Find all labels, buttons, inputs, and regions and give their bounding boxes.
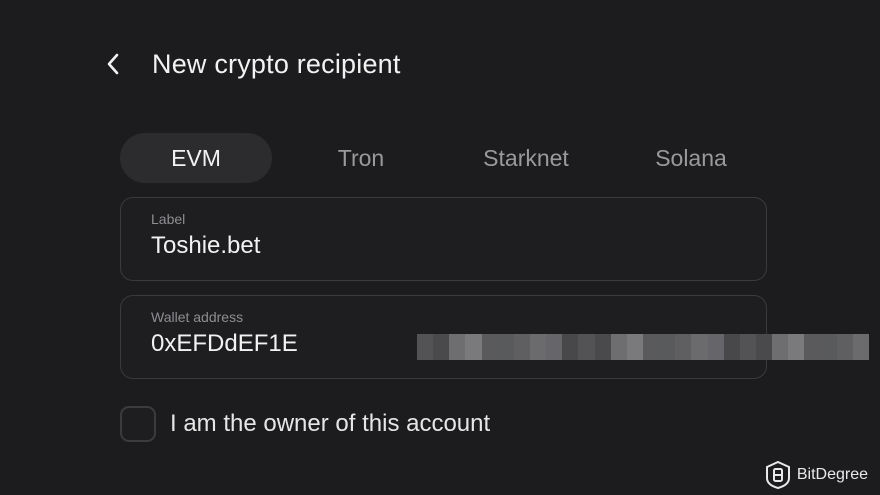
tab-starknet[interactable]: Starknet <box>450 133 602 183</box>
tab-tron[interactable]: Tron <box>285 133 437 183</box>
header: New crypto recipient <box>100 44 401 84</box>
owner-checkbox-label: I am the owner of this account <box>170 410 491 437</box>
network-tabs: EVM Tron Starknet Solana <box>120 133 768 183</box>
label-field-value[interactable]: Toshie.bet <box>151 232 260 260</box>
redacted-address-blur <box>417 334 869 360</box>
bitdegree-logo-icon <box>765 461 790 489</box>
label-field-label: Label <box>151 211 186 227</box>
chevron-left-icon <box>107 53 119 75</box>
wallet-field-value[interactable]: 0xEFDdEF1E <box>151 330 298 358</box>
wallet-address-input[interactable]: Wallet address 0xEFDdEF1E <box>120 295 869 379</box>
owner-checkbox[interactable] <box>120 406 156 442</box>
label-input[interactable]: Label Toshie.bet <box>120 197 767 281</box>
bitdegree-watermark: BitDegree <box>765 461 868 489</box>
wallet-field-label: Wallet address <box>151 309 244 325</box>
recipient-form-page: New crypto recipient EVM Tron Starknet S… <box>0 0 880 495</box>
tab-solana[interactable]: Solana <box>615 133 767 183</box>
owner-checkbox-row[interactable]: I am the owner of this account <box>120 406 490 442</box>
back-button[interactable] <box>100 44 126 84</box>
page-title: New crypto recipient <box>152 48 401 79</box>
watermark-text: BitDegree <box>796 466 868 483</box>
tab-evm[interactable]: EVM <box>120 133 272 183</box>
